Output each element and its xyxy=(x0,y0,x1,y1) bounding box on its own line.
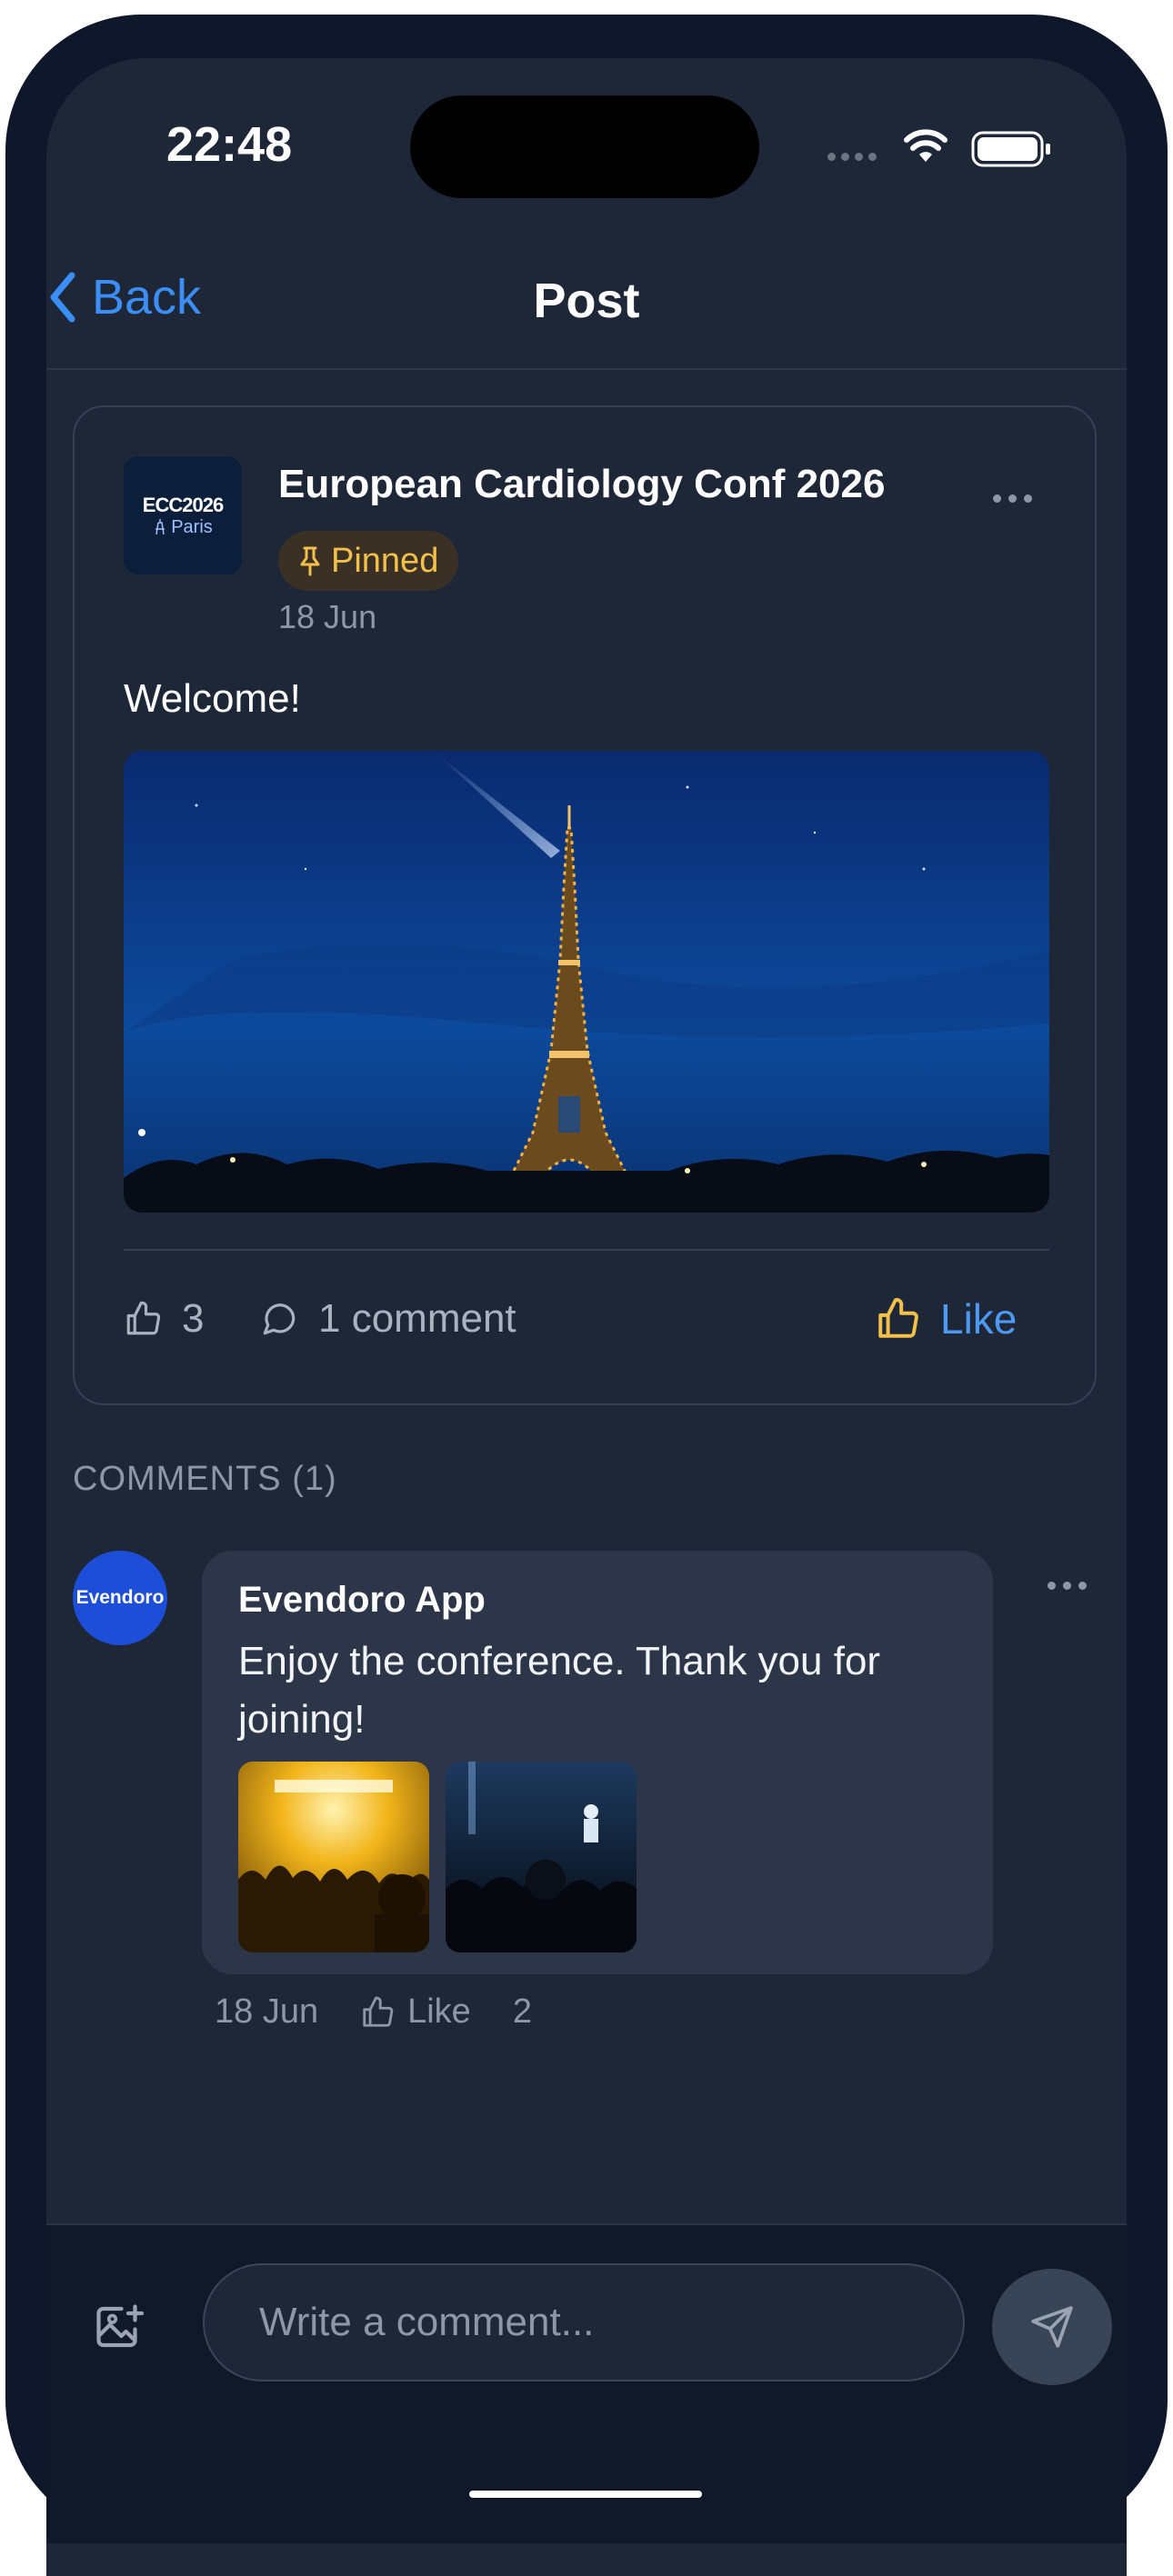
logo-subtitle: Paris xyxy=(153,517,213,538)
add-image-icon[interactable] xyxy=(92,2300,146,2354)
comment-bubble: Evendoro App Enjoy the conference. Thank… xyxy=(202,1551,993,1974)
navigation-bar: Back Post xyxy=(46,218,1127,370)
thumbs-up-icon xyxy=(363,1996,394,2027)
comment-like-label: Like xyxy=(407,1992,471,2031)
eiffel-icon xyxy=(155,519,165,535)
post-image[interactable] xyxy=(124,751,1049,1213)
send-button[interactable] xyxy=(992,2269,1112,2385)
logo-title: ECC2026 xyxy=(142,493,224,516)
post-divider xyxy=(124,1249,1049,1251)
concert-crowd-image xyxy=(238,1762,429,1952)
comment-author[interactable]: Evendoro App xyxy=(238,1580,486,1621)
comment-image[interactable] xyxy=(446,1762,637,1952)
comment-input[interactable] xyxy=(203,2263,965,2381)
send-icon xyxy=(1031,2306,1073,2348)
comment-like-button[interactable]: Like xyxy=(360,1992,471,2032)
like-button-label: Like xyxy=(940,1295,1018,1343)
home-indicator[interactable] xyxy=(469,2491,702,2498)
dynamic-island xyxy=(410,95,759,198)
comment-meta: 18 Jun Like 2 xyxy=(215,1992,532,2032)
logo-city: Paris xyxy=(171,516,213,537)
page-title: Post xyxy=(533,274,640,328)
post-author[interactable]: European Cardiology Conf 2026 xyxy=(278,462,885,507)
comments-header: COMMENTS (1) xyxy=(73,1460,337,1498)
comment-more-icon[interactable] xyxy=(1048,1582,1087,1590)
likes-count: 3 xyxy=(182,1296,205,1341)
pin-icon xyxy=(300,546,320,576)
comments-count: 1 comment xyxy=(318,1296,516,1341)
wifi-icon xyxy=(904,129,947,162)
comment-icon xyxy=(263,1303,296,1335)
comment-date: 18 Jun xyxy=(215,1992,319,2031)
comments-stat[interactable]: 1 comment xyxy=(260,1296,516,1342)
likes-stat[interactable]: 3 xyxy=(124,1296,204,1342)
post-more-icon[interactable] xyxy=(993,494,1032,503)
battery-icon xyxy=(971,131,1050,167)
thumbs-up-icon xyxy=(878,1298,918,1338)
post-text: Welcome! xyxy=(124,676,301,721)
comment-image[interactable] xyxy=(238,1762,429,1952)
post-card: ECC2026 Paris European Cardiology Conf 2… xyxy=(73,405,1097,1405)
pinned-badge: Pinned xyxy=(278,531,459,591)
speaker-audience-image xyxy=(446,1762,637,1952)
comment-like-count: 2 xyxy=(512,1992,532,2031)
avatar[interactable]: Evendoro xyxy=(73,1551,167,1645)
status-time: 22:48 xyxy=(166,117,293,172)
pinned-label: Pinned xyxy=(331,541,439,580)
like-button[interactable]: Like xyxy=(875,1294,1017,1343)
post-date: 18 Jun xyxy=(278,598,377,635)
signal-icon xyxy=(827,153,877,161)
thumbs-up-icon xyxy=(126,1301,161,1335)
eiffel-tower-night-image xyxy=(124,751,1049,1213)
comment-text: Enjoy the conference. Thank you for join… xyxy=(238,1639,881,1742)
organizer-logo: ECC2026 Paris xyxy=(124,456,242,574)
